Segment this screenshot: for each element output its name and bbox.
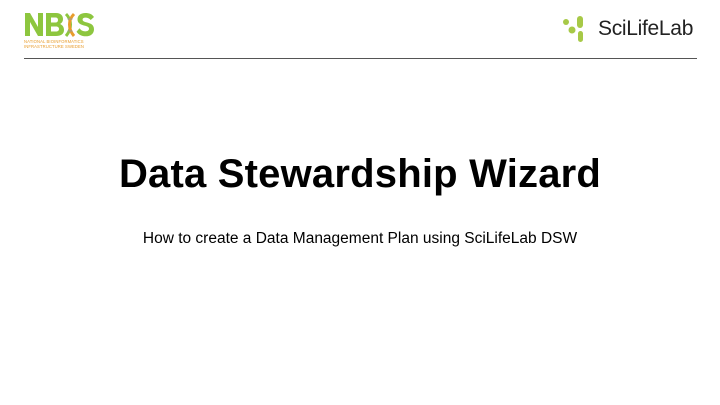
scilifelab-logo: SciLifeLab xyxy=(560,14,700,44)
nbis-caption-line2: INFRASTRUCTURE SWEDEN xyxy=(24,44,85,49)
nbis-logo: NATIONAL BIOINFORMATICS INFRASTRUCTURE S… xyxy=(24,10,96,50)
dna-helix-icon xyxy=(64,12,76,37)
slide-title: Data Stewardship Wizard xyxy=(118,152,602,196)
nbis-wordmark-graphic xyxy=(25,12,94,37)
scilifelab-wordmark: SciLifeLab xyxy=(598,17,694,40)
slide-subtitle: How to create a Data Management Plan usi… xyxy=(142,230,578,247)
scilifelab-dots-icon xyxy=(563,16,583,42)
title-slide: NATIONAL BIOINFORMATICS INFRASTRUCTURE S… xyxy=(0,0,720,405)
header-divider xyxy=(24,58,697,59)
